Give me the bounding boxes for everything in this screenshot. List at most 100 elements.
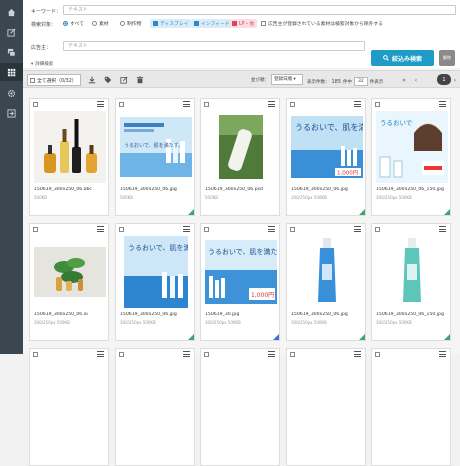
- filter-search-button[interactable]: 絞込み検索: [371, 50, 434, 66]
- asset-card[interactable]: うるおいで、肌を満たす。 150619_300x250_06.jpg 300/2…: [115, 223, 195, 341]
- asset-card[interactable]: 150619_300x250_06.jpg 300/250px 500KB: [286, 223, 366, 341]
- asset-card[interactable]: [286, 348, 366, 466]
- card-checkbox[interactable]: [119, 227, 124, 232]
- target-radio-material[interactable]: 素材: [92, 20, 109, 27]
- checkbox-box: [261, 21, 266, 26]
- card-thumbnail[interactable]: うるおいで、肌を満たす。 1,000円: [205, 236, 277, 308]
- checkbox-box: [30, 77, 35, 83]
- asset-card[interactable]: うるおいで、肌を満たす。 150619_300x250_06.jpg 500KB: [115, 98, 195, 216]
- asset-card[interactable]: [371, 348, 451, 466]
- radio-dot: [92, 21, 97, 26]
- download-icon[interactable]: [87, 75, 97, 85]
- results-toolbar: 全て選択（0/32） 並び順： 登録日順 ▾ 表示件数： 185 件中 32 件…: [23, 70, 460, 88]
- current-page[interactable]: 1: [437, 74, 451, 85]
- card-checkbox[interactable]: [33, 102, 38, 107]
- card-thumbnail[interactable]: [376, 236, 448, 308]
- clear-button[interactable]: 解除: [439, 50, 455, 66]
- card-thumbnail[interactable]: [34, 111, 106, 183]
- menu-icon[interactable]: [439, 226, 446, 232]
- main-content: キーワード： テキスト 検索対象： すべて 素材 制作物 ディスプレイ インフィ…: [23, 0, 460, 466]
- chat-icon[interactable]: [0, 43, 23, 61]
- trash-icon[interactable]: [135, 75, 145, 85]
- menu-icon[interactable]: [268, 101, 275, 107]
- exclude-advertiser-label: 広告主が登録されている素材は検索対象から除外する: [268, 22, 383, 27]
- asset-card[interactable]: 150619_300x250_06.abc 500KB: [29, 98, 109, 216]
- menu-icon[interactable]: [183, 351, 190, 357]
- asset-card[interactable]: うるおいで 150619_300x250_06_150.jpg 300/250p…: [371, 98, 451, 216]
- card-checkbox[interactable]: [204, 102, 209, 107]
- menu-icon[interactable]: [268, 226, 275, 232]
- exclude-advertiser-checkbox[interactable]: 広告主が登録されている素材は検索対象から除外する: [261, 20, 383, 27]
- card-checkbox[interactable]: [119, 352, 124, 357]
- asset-card[interactable]: うるおいで、肌を満たす。 1,000円 150619_300x250_06.jp…: [286, 98, 366, 216]
- next-page-icon[interactable]: ›: [451, 75, 459, 85]
- keyword-input[interactable]: テキスト: [63, 5, 456, 15]
- card-thumbnail[interactable]: [205, 111, 277, 183]
- home-icon[interactable]: [0, 3, 23, 21]
- menu-icon[interactable]: [183, 226, 190, 232]
- card-checkbox[interactable]: [33, 227, 38, 232]
- card-checkbox[interactable]: [375, 227, 380, 232]
- menu-icon[interactable]: [97, 226, 104, 232]
- card-thumbnail[interactable]: うるおいで: [376, 111, 448, 183]
- menu-icon[interactable]: [183, 101, 190, 107]
- export-icon[interactable]: [0, 104, 23, 122]
- asset-card[interactable]: [115, 348, 195, 466]
- tag-icon[interactable]: [103, 75, 113, 85]
- card-filename: 150619_300x250_06.ai: [34, 312, 88, 317]
- edit-icon[interactable]: [119, 75, 129, 85]
- tag-display-checkbox[interactable]: ディスプレイ: [150, 19, 192, 28]
- sort-select[interactable]: 登録日順 ▾: [271, 74, 303, 85]
- tag-infeed-checkbox[interactable]: インフィード: [191, 19, 233, 28]
- banner-headline: うるおいで、肌を満たす。: [208, 248, 277, 256]
- tag-lp-checkbox[interactable]: LP・他: [229, 19, 258, 28]
- asset-card[interactable]: 150619_300x250_06.ai 300/250px 500KB: [29, 223, 109, 341]
- menu-icon[interactable]: [97, 351, 104, 357]
- asset-card[interactable]: 150619_300x250_06_150.jpg 300/250px 500K…: [371, 223, 451, 341]
- detail-search-toggle[interactable]: ▾ 詳細検索: [31, 61, 53, 68]
- menu-icon[interactable]: [97, 101, 104, 107]
- card-meta: 300/250px 500KB: [376, 320, 412, 325]
- advertiser-label: 広告主：: [31, 45, 52, 51]
- card-checkbox[interactable]: [204, 352, 209, 357]
- asset-card[interactable]: [29, 348, 109, 466]
- banner-thumbnail: うるおいで、肌を満たす。: [120, 117, 192, 177]
- card-checkbox[interactable]: [33, 352, 38, 357]
- select-all-checkbox[interactable]: 全て選択（0/32）: [27, 74, 81, 86]
- card-thumbnail[interactable]: うるおいで、肌を満たす。: [120, 236, 192, 308]
- card-filename: 150619_300x250_06_150.jpg: [376, 187, 444, 192]
- card-checkbox[interactable]: [290, 102, 295, 107]
- card-thumbnail[interactable]: うるおいで、肌を満たす。 1,000円: [291, 111, 363, 183]
- card-checkbox[interactable]: [290, 227, 295, 232]
- card-checkbox[interactable]: [119, 102, 124, 107]
- asset-card[interactable]: うるおいで、肌を満たす。 1,000円 150619_30.jpg 300/25…: [200, 223, 280, 341]
- card-checkbox[interactable]: [375, 352, 380, 357]
- card-checkbox[interactable]: [290, 352, 295, 357]
- card-thumbnail[interactable]: うるおいで、肌を満たす。: [120, 111, 192, 183]
- menu-icon[interactable]: [354, 226, 361, 232]
- menu-icon[interactable]: [439, 351, 446, 357]
- card-checkbox[interactable]: [204, 227, 209, 232]
- edit-icon[interactable]: [0, 23, 23, 41]
- radio-dot: [120, 21, 125, 26]
- banner-headline: うるおいで、肌を満たす。: [295, 123, 363, 132]
- card-thumbnail[interactable]: [291, 236, 363, 308]
- gear-icon[interactable]: [0, 84, 23, 102]
- menu-icon[interactable]: [439, 101, 446, 107]
- asset-card[interactable]: 150619_300x250_06.psd 500KB: [200, 98, 280, 216]
- menu-icon[interactable]: [354, 101, 361, 107]
- grid-icon[interactable]: [0, 63, 23, 81]
- card-checkbox[interactable]: [375, 102, 380, 107]
- first-page-icon[interactable]: «: [399, 75, 409, 85]
- target-radio-product[interactable]: 制作物: [120, 20, 141, 27]
- bottle-thumbnail: [219, 115, 263, 179]
- advertiser-input[interactable]: テキスト: [63, 41, 365, 51]
- prev-page-icon[interactable]: ‹: [411, 75, 421, 85]
- per-page-select[interactable]: 32: [354, 77, 368, 86]
- card-thumbnail[interactable]: [34, 236, 106, 308]
- menu-icon[interactable]: [354, 351, 361, 357]
- plant-thumbnail: [34, 247, 106, 297]
- asset-card[interactable]: [200, 348, 280, 466]
- menu-icon[interactable]: [268, 351, 275, 357]
- target-radio-all[interactable]: すべて: [63, 20, 84, 27]
